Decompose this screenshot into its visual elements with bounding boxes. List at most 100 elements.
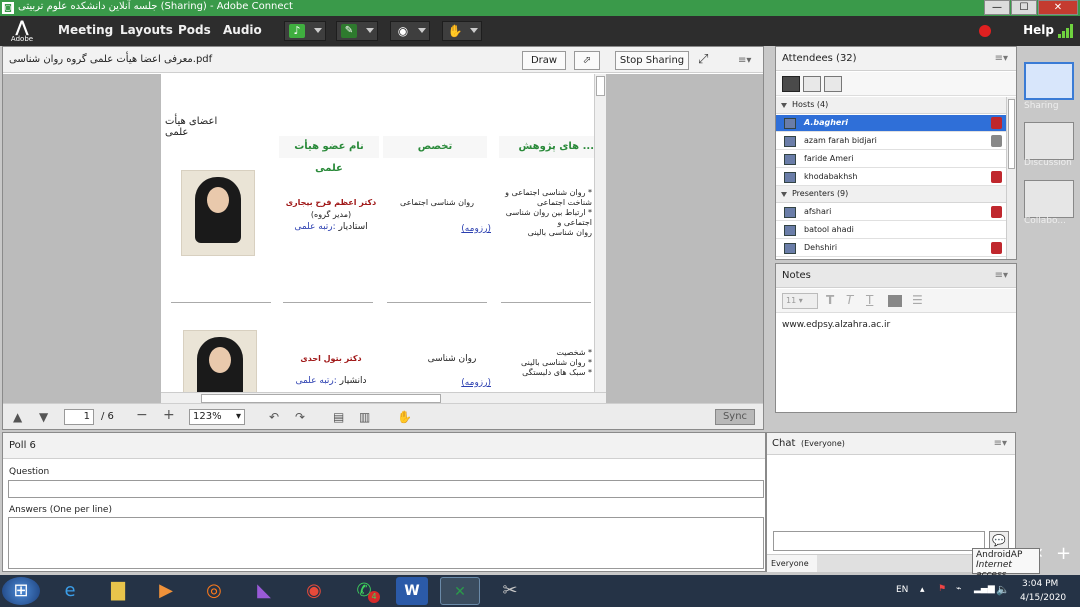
zoom-in-icon[interactable]: + xyxy=(163,407,175,423)
clock-time[interactable]: 3:04 PM xyxy=(1022,579,1058,589)
grid-view-icon[interactable] xyxy=(803,76,821,92)
layout-discussion-label[interactable]: Discussion xyxy=(1024,158,1080,168)
word-icon[interactable]: W xyxy=(396,577,428,605)
rotate-right-icon[interactable]: ↷ xyxy=(295,410,305,424)
pod-options-icon[interactable]: ≡▾ xyxy=(738,55,751,66)
webcam-button[interactable]: ◉ xyxy=(390,21,430,41)
media-player-icon[interactable]: ▶ xyxy=(146,577,186,605)
document-vertical-scrollbar[interactable] xyxy=(594,74,606,404)
pod-options-icon[interactable]: ≡▾ xyxy=(994,438,1007,449)
bold-icon[interactable]: T xyxy=(826,293,834,307)
resume-link-2[interactable]: (رزومه) xyxy=(441,378,491,388)
faculty-role-1: (مدیر گروه) xyxy=(310,210,352,219)
maximize-button[interactable]: ☐ xyxy=(1011,0,1037,15)
resume-link-1[interactable]: (رزومه) xyxy=(441,224,491,234)
question-input[interactable] xyxy=(8,480,764,498)
attendee-row[interactable]: faride Ameri xyxy=(776,151,1006,168)
notes-content[interactable]: www.edpsy.alzahra.ac.ir xyxy=(782,320,890,330)
microphone-icon: ✎ xyxy=(341,24,357,38)
file-explorer-icon[interactable]: ▇ xyxy=(98,577,138,605)
scroll-thumb[interactable] xyxy=(1008,99,1015,169)
recording-indicator-icon[interactable] xyxy=(979,25,991,37)
rotate-left-icon[interactable]: ↶ xyxy=(269,410,279,424)
minimize-button[interactable]: — xyxy=(984,0,1010,15)
list-view-icon[interactable] xyxy=(782,76,800,92)
scroll-thumb[interactable] xyxy=(201,394,441,403)
close-button[interactable]: ✕ xyxy=(1038,0,1078,15)
chevron-down-icon xyxy=(366,28,374,33)
zoom-out-icon[interactable]: − xyxy=(136,407,148,423)
faculty-research-1: * روان شناسی اجتماعی و شناخت اجتماعی * ا… xyxy=(505,188,592,237)
add-pod-icon[interactable]: + xyxy=(1056,543,1071,564)
attendee-row[interactable]: batool ahadi xyxy=(776,222,1006,239)
faculty-name-2: دکتر بتول احدی xyxy=(300,354,362,363)
group-presenters[interactable]: Presenters (9) xyxy=(776,186,1006,203)
status-view-icon[interactable] xyxy=(824,76,842,92)
chrome-icon[interactable]: ◉ xyxy=(294,577,334,605)
attendee-name: khodabakhsh xyxy=(804,172,858,181)
usb-icon[interactable]: ⌁ xyxy=(956,584,961,594)
attendee-row[interactable]: azam farah bidjari xyxy=(776,133,1006,150)
pod-options-icon[interactable]: ≡▾ xyxy=(995,53,1008,64)
layout-collaboration[interactable] xyxy=(1024,180,1074,218)
action-center-icon[interactable]: ⚑ xyxy=(938,584,946,594)
chat-target-tab[interactable]: Everyone xyxy=(767,554,817,572)
chat-message-input[interactable] xyxy=(773,531,985,551)
group-hosts[interactable]: Hosts (4) xyxy=(776,97,1006,114)
snipping-tool-icon[interactable]: ✂ xyxy=(490,577,530,605)
raise-hand-button[interactable]: ✋ xyxy=(442,21,482,41)
adobe-connect-taskbar-icon[interactable]: ✕ xyxy=(440,577,480,605)
tray-expand-icon[interactable]: ▴ xyxy=(920,585,925,595)
faculty-rank-1: استادیار :رتبه علمی xyxy=(281,222,381,232)
previous-page-icon[interactable]: ▲ xyxy=(13,410,22,424)
help-menu[interactable]: Help xyxy=(1023,23,1054,37)
volume-icon[interactable]: 🔈 xyxy=(996,583,1010,596)
scroll-thumb[interactable] xyxy=(596,76,605,96)
menu-meeting[interactable]: Meeting xyxy=(58,23,113,37)
answers-input[interactable] xyxy=(8,517,764,569)
font-size-select[interactable]: 11 ▾ xyxy=(782,293,818,309)
network-icon[interactable]: ▂▄▆ xyxy=(974,584,995,594)
draw-button[interactable]: Draw xyxy=(522,51,566,70)
whatsapp-icon[interactable]: ✆ 4 xyxy=(344,577,384,605)
bullet-list-icon[interactable]: ☰ xyxy=(912,293,923,307)
faculty-rank-link-1[interactable]: :رتبه علمی xyxy=(294,222,335,232)
menu-audio[interactable]: Audio xyxy=(223,23,262,37)
pod-options-icon[interactable]: ≡▾ xyxy=(995,270,1008,281)
stop-sharing-button[interactable]: Stop Sharing xyxy=(615,51,689,70)
clock-date[interactable]: 4/15/2020 xyxy=(1020,593,1066,603)
attendee-row[interactable]: khodabakhsh xyxy=(776,169,1006,186)
attendee-row[interactable]: afshari xyxy=(776,204,1006,221)
sync-button[interactable]: Sync xyxy=(715,409,755,425)
text-color-icon[interactable] xyxy=(888,295,902,307)
layout-sharing[interactable] xyxy=(1024,62,1074,100)
faculty-rank-link-2[interactable]: :رتبه علمی xyxy=(295,376,336,386)
speaker-button[interactable]: ♪ xyxy=(284,21,326,41)
layout-discussion[interactable] xyxy=(1024,122,1074,160)
layout-sharing-label[interactable]: Sharing xyxy=(1024,101,1080,111)
attendee-row[interactable]: Dehshiri xyxy=(776,240,1006,257)
visual-studio-icon[interactable]: ◣ xyxy=(244,577,284,605)
layout-collaboration-label[interactable]: Collabo... xyxy=(1024,216,1080,226)
microphone-button[interactable]: ✎ xyxy=(336,21,378,41)
fullscreen-icon[interactable]: ⤢ xyxy=(698,52,708,67)
start-button-icon[interactable]: ⊞ xyxy=(2,577,40,605)
document-viewer[interactable]: اعضای هیأت علمی نام عضو هیأت علمی تخصص .… xyxy=(3,74,763,404)
hand-tool-icon[interactable]: ✋ xyxy=(397,410,412,424)
attendees-scrollbar[interactable] xyxy=(1006,97,1016,259)
italic-icon[interactable]: T xyxy=(846,293,853,307)
pointer-tool-button[interactable]: ⬀ xyxy=(574,51,600,70)
underline-icon[interactable]: T xyxy=(866,293,873,307)
fit-width-icon[interactable]: ▥ xyxy=(359,410,370,424)
firefox-icon[interactable]: ◎ xyxy=(194,577,234,605)
menu-layouts[interactable]: Layouts xyxy=(120,23,173,37)
collapse-triangle-icon xyxy=(781,192,787,197)
next-page-icon[interactable]: ▼ xyxy=(39,410,48,424)
menu-pods[interactable]: Pods xyxy=(178,23,211,37)
fit-page-icon[interactable]: ▤ xyxy=(333,410,344,424)
page-number-input[interactable]: 1 xyxy=(64,409,94,425)
internet-explorer-icon[interactable]: e xyxy=(50,577,90,605)
zoom-select[interactable]: 123% ▾ xyxy=(189,409,245,425)
attendee-row[interactable]: A.bagheri xyxy=(776,115,1006,132)
input-language[interactable]: EN xyxy=(896,585,908,595)
